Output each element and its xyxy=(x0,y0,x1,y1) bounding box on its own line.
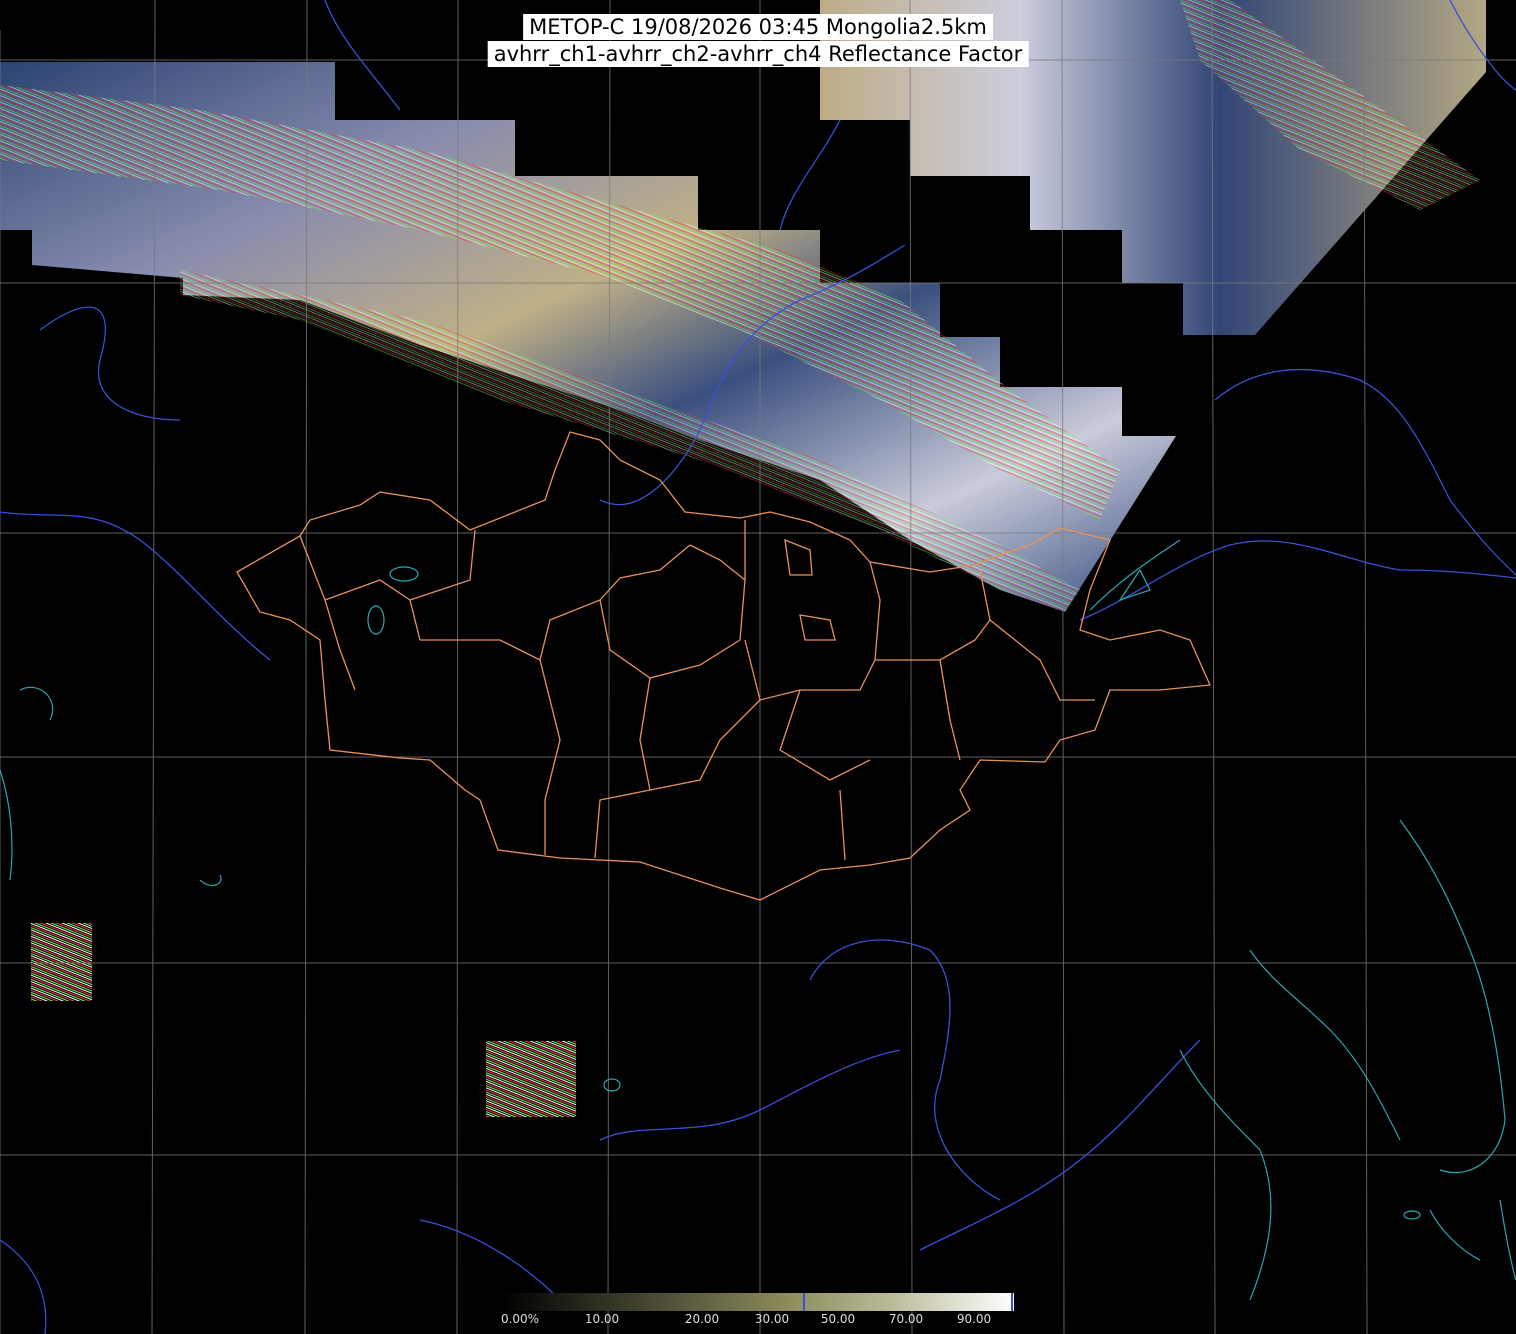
map-title-line-2: avhrr_ch1-avhrr_ch2-avhrr_ch4 Reflectanc… xyxy=(487,41,1029,67)
colorbar-tick-label: 50.00 xyxy=(820,1312,856,1326)
artefact-block-center xyxy=(486,1041,576,1117)
artefact-block-west xyxy=(31,923,92,1001)
colorbar-gradient xyxy=(502,1293,1014,1311)
colorbar-tick-labels: 0.00% 10.00 20.00 30.00 50.00 70.00 90.00 xyxy=(500,1312,1014,1326)
colorbar xyxy=(502,1293,1014,1311)
artefact-blocks xyxy=(31,923,576,1117)
satellite-swath xyxy=(0,0,1486,612)
coastlines xyxy=(0,539,1516,1301)
map-canvas: METOP-C 19/08/2026 03:45 Mongolia2.5km a… xyxy=(0,0,1516,1334)
colorbar-tick-label: 90.00 xyxy=(956,1312,992,1326)
map-title-line-1: METOP-C 19/08/2026 03:45 Mongolia2.5km xyxy=(523,14,993,40)
colorbar-tick-label: 30.00 xyxy=(754,1312,790,1326)
map-svg xyxy=(0,0,1516,1334)
colorbar-tick-label: 20.00 xyxy=(684,1312,720,1326)
colorbar-tick-label: 70.00 xyxy=(888,1312,924,1326)
colorbar-tick-label: 10.00 xyxy=(584,1312,620,1326)
colorbar-tick-label: 0.00% xyxy=(500,1312,540,1326)
